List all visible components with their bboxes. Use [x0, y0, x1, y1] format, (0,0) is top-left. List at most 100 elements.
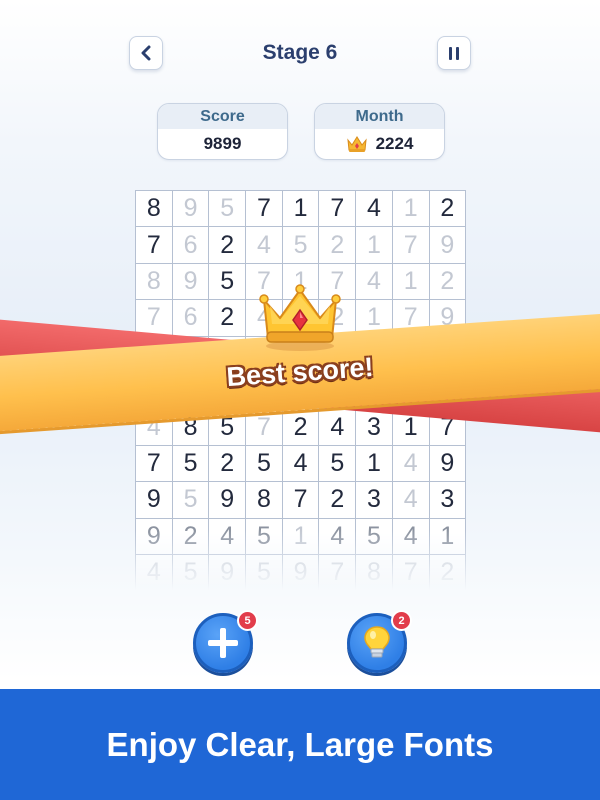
- grid-cell[interactable]: 9: [429, 227, 466, 264]
- grid-cell[interactable]: 4: [392, 445, 430, 483]
- grid-cell[interactable]: 6: [172, 227, 210, 264]
- grid-cell[interactable]: 4: [392, 482, 430, 519]
- grid-cell[interactable]: 2: [319, 300, 357, 337]
- grid-cell[interactable]: 8: [136, 191, 173, 228]
- grid-cell[interactable]: [429, 372, 466, 410]
- grid-cell[interactable]: [209, 336, 247, 373]
- grid-cell[interactable]: 9: [429, 300, 466, 337]
- grid-cell[interactable]: 5: [209, 409, 247, 446]
- grid-cell[interactable]: 1: [282, 518, 320, 555]
- grid-cell[interactable]: 3: [356, 409, 393, 446]
- grid-cell[interactable]: 5: [209, 263, 247, 301]
- grid-cell[interactable]: 4: [136, 554, 173, 590]
- grid-cell[interactable]: 8: [356, 554, 393, 590]
- grid-cell[interactable]: 1: [356, 227, 393, 264]
- grid-cell[interactable]: 1: [392, 409, 430, 446]
- grid-cell[interactable]: 7: [319, 554, 357, 590]
- grid-cell[interactable]: 3: [356, 482, 393, 519]
- grid-cell[interactable]: 7: [136, 300, 173, 337]
- grid-cell[interactable]: 2: [172, 518, 210, 555]
- grid-cell[interactable]: 4: [136, 409, 173, 446]
- grid-cell[interactable]: 4: [356, 263, 393, 301]
- grid-cell[interactable]: 4: [246, 227, 283, 264]
- grid-cell[interactable]: 4: [209, 518, 247, 555]
- grid-cell[interactable]: 9: [283, 554, 320, 590]
- grid-cell[interactable]: 7: [393, 554, 430, 590]
- grid-cell[interactable]: 9: [429, 445, 466, 483]
- grid-cell[interactable]: 7: [246, 263, 283, 301]
- grid-cell[interactable]: [319, 372, 357, 410]
- grid-cell[interactable]: 2: [282, 409, 320, 446]
- grid-cell[interactable]: 5: [282, 300, 320, 337]
- grid-cell[interactable]: 5: [172, 445, 210, 483]
- grid-cell[interactable]: 2: [319, 482, 357, 519]
- grid-cell[interactable]: 9: [136, 482, 173, 519]
- grid-cell[interactable]: 7: [319, 263, 357, 301]
- grid-cell[interactable]: 7: [429, 409, 466, 446]
- grid-cell[interactable]: 9: [136, 518, 173, 555]
- grid-cell[interactable]: 9: [172, 191, 210, 228]
- grid-cell[interactable]: [246, 336, 283, 373]
- grid-cell[interactable]: 7: [392, 300, 430, 337]
- grid-cell[interactable]: 2: [209, 300, 247, 337]
- grid-cell[interactable]: 5: [356, 518, 393, 555]
- grid-cell[interactable]: 2: [429, 263, 466, 301]
- grid-cell[interactable]: 2: [430, 554, 466, 590]
- grid-cell[interactable]: 1: [356, 300, 393, 337]
- grid-cell[interactable]: 6: [172, 300, 210, 337]
- grid-cell[interactable]: 9: [172, 263, 210, 301]
- pause-button[interactable]: [437, 36, 471, 70]
- grid-cell[interactable]: 1: [392, 263, 430, 301]
- grid-cell[interactable]: 9: [209, 554, 247, 590]
- grid-cell[interactable]: [282, 372, 320, 410]
- grid-cell[interactable]: [246, 372, 283, 410]
- grid-cell[interactable]: 7: [392, 227, 430, 264]
- grid-cell[interactable]: [136, 372, 173, 410]
- grid-cell[interactable]: 4: [356, 191, 393, 228]
- grid-cell[interactable]: 8: [172, 409, 210, 446]
- grid-cell[interactable]: 1: [282, 191, 320, 228]
- grid-cell[interactable]: [429, 336, 466, 373]
- grid-cell[interactable]: 7: [246, 191, 283, 228]
- grid-cell[interactable]: 4: [282, 445, 320, 483]
- grid-cell[interactable]: 2: [209, 227, 247, 264]
- grid-cell[interactable]: 5: [172, 482, 210, 519]
- grid-cell[interactable]: 7: [282, 482, 320, 519]
- grid-cell[interactable]: 5: [173, 554, 210, 590]
- grid-cell[interactable]: 1: [356, 445, 393, 483]
- grid-cell[interactable]: 5: [319, 445, 357, 483]
- grid-cell[interactable]: 5: [246, 554, 283, 590]
- grid-cell[interactable]: [392, 336, 430, 373]
- grid-cell[interactable]: [282, 336, 320, 373]
- grid-cell[interactable]: [172, 336, 210, 373]
- grid-cell[interactable]: [209, 372, 247, 410]
- grid-cell[interactable]: 4: [319, 518, 357, 555]
- hint-button[interactable]: 2: [347, 610, 412, 673]
- grid-cell[interactable]: 7: [136, 445, 173, 483]
- grid-cell[interactable]: [136, 336, 173, 373]
- grid-cell[interactable]: 1: [392, 191, 430, 228]
- grid-cell[interactable]: 4: [246, 300, 283, 337]
- grid-cell[interactable]: 1: [282, 263, 320, 301]
- add-numbers-button[interactable]: 5: [193, 610, 258, 673]
- grid-cell[interactable]: [356, 336, 393, 373]
- grid-cell[interactable]: [392, 372, 430, 410]
- grid-cell[interactable]: 5: [246, 445, 283, 483]
- grid-cell[interactable]: 8: [136, 263, 173, 301]
- grid-cell[interactable]: 8: [246, 482, 283, 519]
- grid-cell[interactable]: 4: [392, 518, 430, 555]
- grid-cell[interactable]: 2: [429, 191, 466, 228]
- grid-cell[interactable]: 5: [282, 227, 320, 264]
- grid-cell[interactable]: 5: [246, 518, 283, 555]
- grid-cell[interactable]: 9: [209, 482, 247, 519]
- grid-cell[interactable]: [356, 372, 393, 410]
- grid-cell[interactable]: 7: [136, 227, 173, 264]
- grid-cell[interactable]: 1: [429, 518, 466, 555]
- grid-cell[interactable]: 2: [319, 227, 357, 264]
- grid-cell[interactable]: [172, 372, 210, 410]
- grid-cell[interactable]: 2: [209, 445, 247, 483]
- grid-cell[interactable]: 7: [319, 191, 357, 228]
- grid-cell[interactable]: 7: [246, 409, 283, 446]
- grid-cell[interactable]: 3: [429, 482, 466, 519]
- grid-cell[interactable]: 4: [319, 409, 357, 446]
